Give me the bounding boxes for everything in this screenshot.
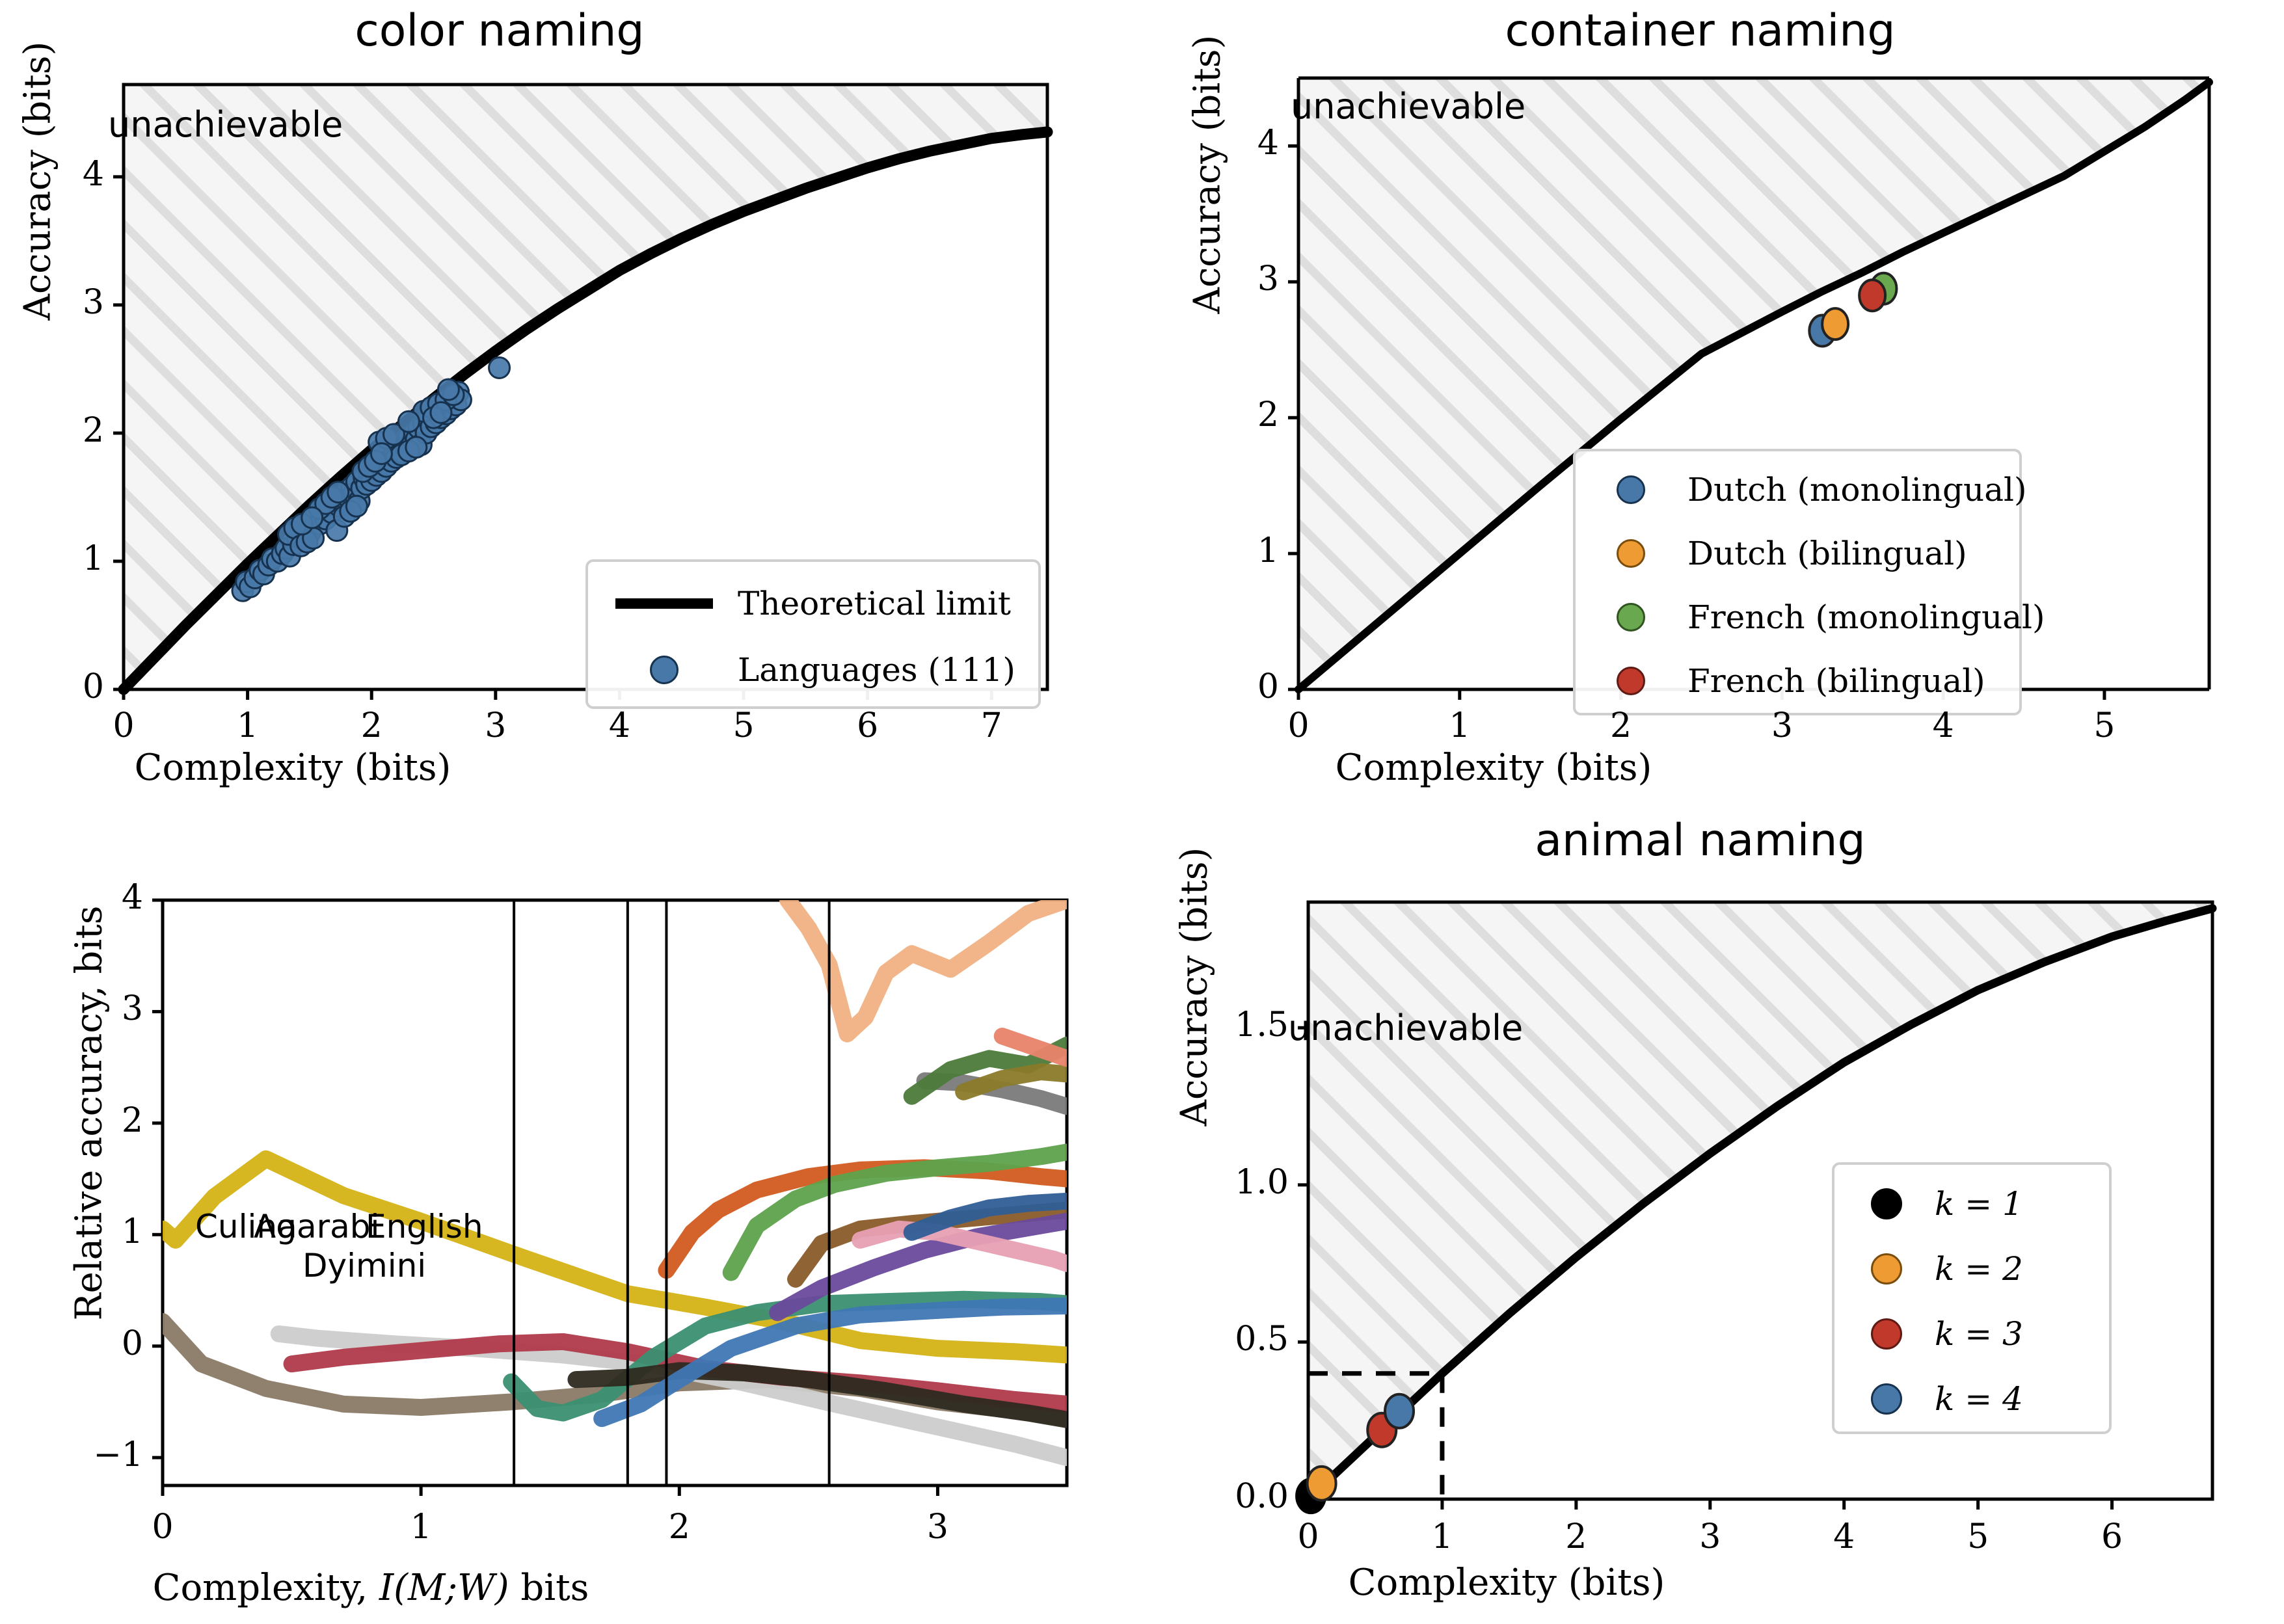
legend-label: Dutch (bilingual) bbox=[1687, 535, 1967, 572]
legend-item[interactable]: k = 4 bbox=[1857, 1366, 2104, 1431]
circle-marker-icon bbox=[1592, 603, 1669, 632]
circle-marker-icon bbox=[609, 656, 719, 684]
xtick-label: 3 bbox=[1771, 706, 1793, 745]
legend-item[interactable]: Dutch (bilingual) bbox=[1592, 522, 2009, 585]
figure-root: color naming Accuracy (bits) Complexity … bbox=[0, 0, 2284, 1624]
ytick-label: 0.5 bbox=[1235, 1320, 1289, 1359]
xtick-label: 1 bbox=[1449, 706, 1471, 745]
xlabel-math: I(M;W) bbox=[379, 1567, 509, 1609]
vline-label-english: English bbox=[366, 1208, 483, 1245]
xtick-label: 3 bbox=[926, 1508, 948, 1547]
ytick-label: 0 bbox=[121, 1324, 143, 1363]
legend-label: k = 1 bbox=[1935, 1185, 2023, 1223]
ytick-label: 1.5 bbox=[1235, 1005, 1289, 1045]
ytick-label: 2 bbox=[121, 1100, 143, 1140]
circle-marker-icon bbox=[1857, 1318, 1916, 1350]
xtick-label: 5 bbox=[732, 706, 755, 745]
legend-label: French (monolingual) bbox=[1687, 598, 2045, 636]
circle-marker-icon bbox=[1592, 539, 1669, 568]
color-naming-legend[interactable]: Theoretical limit Languages (111) bbox=[585, 559, 1041, 709]
xtick-label: 7 bbox=[980, 706, 1002, 745]
ytick-label: 0 bbox=[1257, 667, 1279, 706]
circle-marker-icon bbox=[1857, 1188, 1916, 1219]
xtick-label: 0 bbox=[113, 706, 135, 745]
ytick-label: 4 bbox=[1257, 124, 1279, 163]
legend-label: Theoretical limit bbox=[738, 585, 1011, 622]
xtick-label: 5 bbox=[2093, 706, 2116, 745]
legend-item[interactable]: k = 3 bbox=[1857, 1301, 2104, 1366]
legend-label: French (bilingual) bbox=[1687, 662, 1985, 700]
ytick-label: 3 bbox=[121, 989, 143, 1029]
circle-marker-icon bbox=[1592, 667, 1669, 695]
animal-naming-legend[interactable]: k = 1 k = 2 k = 3 k = 4 bbox=[1832, 1162, 2112, 1434]
xlabel-post: bits bbox=[509, 1567, 589, 1609]
xtick-label: 1 bbox=[237, 706, 259, 745]
legend-label: Dutch (monolingual) bbox=[1687, 471, 2027, 509]
legend-item[interactable]: Languages (111) bbox=[609, 637, 1025, 702]
legend-item[interactable]: French (monolingual) bbox=[1592, 585, 2045, 649]
ytick-label: 1 bbox=[121, 1212, 143, 1252]
ytick-label: 4 bbox=[82, 154, 104, 194]
line-marker-icon bbox=[609, 598, 719, 609]
legend-item[interactable]: Dutch (monolingual) bbox=[1592, 458, 2027, 522]
legend-label: Languages (111) bbox=[738, 651, 1015, 689]
ytick-label: 1 bbox=[1257, 531, 1279, 571]
xtick-label: 3 bbox=[1699, 1517, 1721, 1556]
xtick-label: 0 bbox=[1297, 1517, 1319, 1556]
legend-label: k = 3 bbox=[1935, 1315, 2023, 1353]
ytick-label: 3 bbox=[82, 282, 104, 322]
color-naming-xlabel: Complexity (bits) bbox=[134, 747, 451, 789]
xtick-label: 2 bbox=[1565, 1517, 1587, 1556]
ytick-label: 4 bbox=[121, 878, 143, 917]
xtick-label: 4 bbox=[1932, 706, 1954, 745]
xtick-label: 1 bbox=[1431, 1517, 1453, 1556]
xtick-label: 1 bbox=[410, 1508, 432, 1547]
ytick-label: 1.0 bbox=[1235, 1162, 1289, 1202]
relative-accuracy-plot bbox=[152, 898, 1069, 1496]
color-naming-unachievable-label: unachievable bbox=[108, 104, 343, 145]
vline-label-agarabi: Agarabi bbox=[254, 1208, 380, 1245]
xtick-label: 4 bbox=[608, 706, 630, 745]
legend-item[interactable]: k = 1 bbox=[1857, 1171, 2104, 1236]
ytick-label: 1 bbox=[82, 539, 104, 578]
circle-marker-icon bbox=[1857, 1383, 1916, 1415]
ytick-label: 3 bbox=[1257, 260, 1279, 299]
animal-naming-ylabel: Accuracy (bits) bbox=[1173, 847, 1216, 1126]
panel-animal-naming: animal naming Accuracy (bits) Complexity… bbox=[1142, 812, 2284, 1624]
xtick-label: 2 bbox=[360, 706, 383, 745]
legend-label: k = 4 bbox=[1935, 1380, 2023, 1418]
xtick-label: 4 bbox=[1833, 1517, 1855, 1556]
animal-naming-xlabel: Complexity (bits) bbox=[1348, 1562, 1665, 1604]
container-naming-unachievable-label: unachievable bbox=[1291, 86, 1526, 127]
animal-naming-plot bbox=[1295, 900, 2217, 1515]
relative-accuracy-xlabel: Complexity, I(M;W) bits bbox=[85, 1567, 657, 1609]
xtick-label: 5 bbox=[1967, 1517, 1989, 1556]
container-naming-legend[interactable]: Dutch (monolingual) Dutch (bilingual) Fr… bbox=[1573, 449, 2045, 715]
ytick-label: 0 bbox=[82, 667, 104, 706]
ytick-label: 2 bbox=[82, 410, 104, 450]
container-naming-xlabel: Complexity (bits) bbox=[1335, 747, 1652, 789]
vline-label-dyimini: Dyimini bbox=[302, 1247, 427, 1285]
xtick-label: 6 bbox=[857, 706, 879, 745]
ytick-label: 0.0 bbox=[1235, 1477, 1289, 1516]
legend-item[interactable]: French (bilingual) bbox=[1592, 649, 2009, 713]
xlabel-pre: Complexity, bbox=[152, 1567, 379, 1609]
ytick-label: −1 bbox=[93, 1435, 143, 1475]
xtick-label: 2 bbox=[1610, 706, 1632, 745]
circle-marker-icon bbox=[1857, 1253, 1916, 1285]
xtick-label: 0 bbox=[1287, 706, 1310, 745]
xtick-label: 0 bbox=[152, 1508, 174, 1547]
legend-label: k = 2 bbox=[1935, 1250, 2023, 1288]
legend-item[interactable]: Theoretical limit bbox=[609, 571, 1025, 636]
panel-container-naming: container naming Accuracy (bits) Complex… bbox=[1142, 0, 2284, 812]
xtick-label: 3 bbox=[485, 706, 507, 745]
panel-color-naming: color naming Accuracy (bits) Complexity … bbox=[0, 0, 1142, 812]
xtick-label: 6 bbox=[2101, 1517, 2123, 1556]
circle-marker-icon bbox=[1592, 475, 1669, 504]
xtick-label: 2 bbox=[668, 1508, 690, 1547]
legend-item[interactable]: k = 2 bbox=[1857, 1236, 2104, 1301]
ytick-label: 2 bbox=[1257, 395, 1279, 435]
panel-relative-accuracy: Relative accuracy, bits Complexity, I(M;… bbox=[0, 812, 1142, 1624]
animal-naming-unachievable-label: unachievable bbox=[1288, 1007, 1524, 1048]
